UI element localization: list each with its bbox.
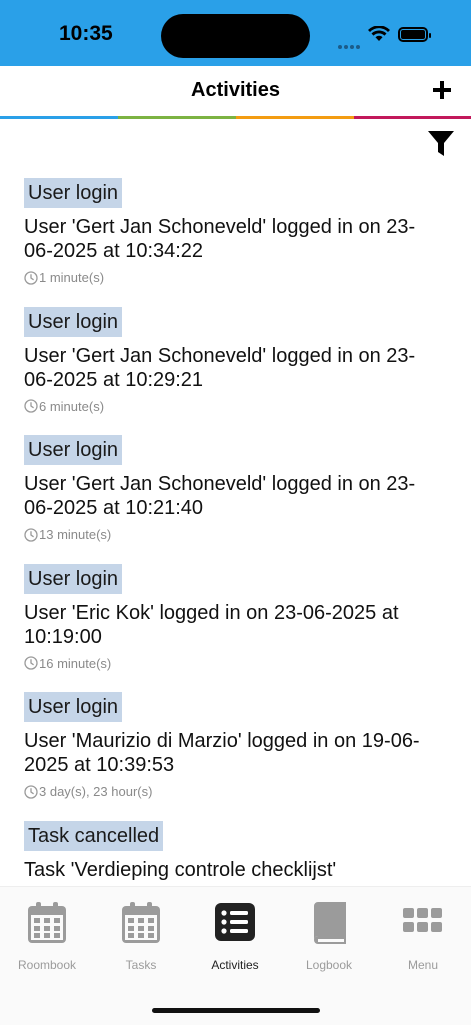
activity-list[interactable]: User login User 'Gert Jan Schoneveld' lo…: [0, 178, 471, 886]
list-item[interactable]: User login User 'Gert Jan Schoneveld' lo…: [0, 178, 471, 307]
activity-message: User 'Eric Kok' logged in on 23-06-2025 …: [24, 601, 399, 648]
list-icon: [215, 903, 255, 941]
activity-type-badge: User login: [24, 435, 123, 465]
color-stripe-divider: [0, 116, 471, 119]
add-activity-plus-icon[interactable]: [430, 78, 454, 102]
time-ago-text: 3 day(s), 23 hour(s): [39, 784, 153, 799]
list-item[interactable]: User login User 'Eric Kok' logged in on …: [0, 563, 471, 693]
activity-message: User 'Maurizio di Marzio' logged in on 1…: [24, 730, 420, 776]
list-item[interactable]: User login User 'Maurizio di Marzio' log…: [0, 692, 471, 821]
activity-time-ago: 1 minute(s): [24, 270, 471, 285]
clock-icon: [24, 270, 38, 285]
activity-time-ago: 3 day(s), 23 hour(s): [24, 784, 471, 799]
activity-type-badge: User login: [24, 306, 123, 337]
tab-label: Menu: [407, 958, 439, 972]
activity-type-badge: User login: [24, 692, 123, 722]
clock-icon: [24, 527, 38, 542]
filter-icon[interactable]: [428, 130, 454, 158]
activity-message: User 'Gert Jan Schoneveld' logged in on …: [24, 473, 416, 519]
page-title: Activities: [191, 79, 280, 101]
clock-icon: [24, 399, 38, 413]
tab-label: Activities: [211, 958, 259, 972]
wifi-icon: [368, 26, 390, 41]
activity-message: Task 'Verdieping controle checklijst': [24, 858, 337, 881]
activity-type-badge: User login: [24, 563, 123, 594]
list-item[interactable]: Task cancelled Task 'Verdieping controle…: [0, 820, 471, 887]
tab-bar: Roombook Tasks Activities Logbook Menu: [0, 886, 471, 1025]
activity-type-badge: Task cancelled: [24, 820, 164, 851]
home-indicator[interactable]: [152, 1008, 320, 1013]
time-ago-text: 1 minute(s): [39, 270, 105, 285]
book-icon: [314, 902, 346, 944]
activity-type-badge: User login: [24, 178, 123, 208]
list-item[interactable]: User login User 'Gert Jan Schoneveld' lo…: [0, 435, 471, 564]
clock-icon: [24, 784, 38, 799]
tab-label: Tasks: [125, 958, 157, 972]
clock-icon: [24, 656, 38, 670]
status-bar: 10:35: [0, 0, 471, 66]
navigation-bar: Activities: [0, 66, 471, 118]
battery-icon: [398, 27, 431, 42]
time-ago-text: 6 minute(s): [39, 398, 105, 414]
calendar-icon: [28, 902, 66, 943]
time-ago-text: 16 minute(s): [39, 655, 112, 671]
grid-icon: [403, 908, 442, 932]
tab-label: Logbook: [305, 958, 353, 972]
activity-message: User 'Gert Jan Schoneveld' logged in on …: [24, 216, 416, 262]
activity-time-ago: 16 minute(s): [24, 656, 471, 671]
activity-time-ago: 6 minute(s): [24, 399, 471, 414]
tab-label: Roombook: [17, 958, 77, 972]
dynamic-island: [161, 14, 310, 58]
activity-time-ago: 13 minute(s): [24, 527, 471, 542]
cellular-signal-icon: [338, 36, 364, 49]
status-time: 10:35: [59, 22, 113, 45]
list-item[interactable]: User login User 'Gert Jan Schoneveld' lo…: [0, 306, 471, 436]
calendar-icon: [122, 902, 160, 943]
time-ago-text: 13 minute(s): [39, 527, 112, 542]
activity-message: User 'Gert Jan Schoneveld' logged in on …: [24, 344, 416, 391]
